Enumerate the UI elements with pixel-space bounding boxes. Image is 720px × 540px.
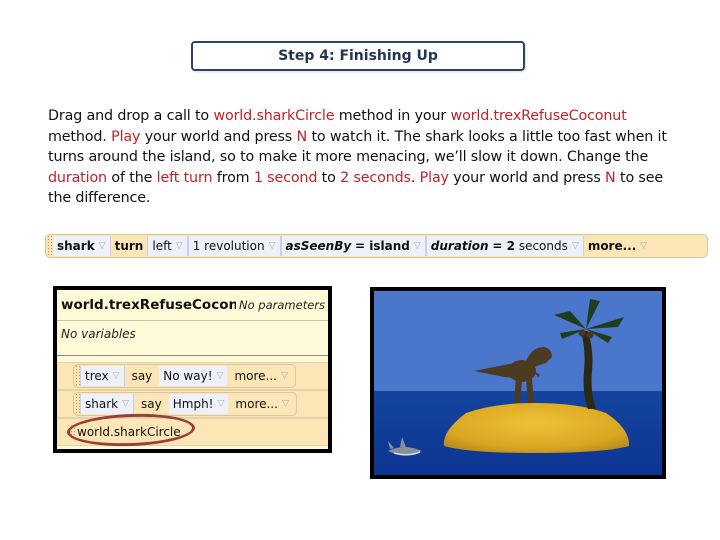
as-seen-by-dropdown[interactable]: asSeenBy = island ▽: [280, 236, 426, 256]
method-label: say: [141, 397, 162, 411]
more-dropdown[interactable]: more... ▽: [227, 366, 294, 386]
instruction-text: method.: [48, 128, 112, 145]
dropdown-arrow-icon: ▽: [98, 240, 106, 251]
parameters-label: No parameters: [239, 298, 325, 312]
dropdown-arrow-icon: ▽: [112, 370, 120, 381]
dropdown-arrow-icon: ▽: [216, 370, 224, 381]
highlighted-term: N: [296, 128, 308, 145]
shark-turn-statement[interactable]: shark ▽ turn left ▽ 1 revolution ▽ asSee…: [45, 234, 708, 258]
dropdown-arrow-icon: ▽: [571, 240, 579, 251]
method-editor[interactable]: world.trexRefuseCoconut No parameters No…: [53, 286, 332, 453]
dropdown-arrow-icon: ▽: [280, 370, 288, 381]
text-dropdown[interactable]: Hmph! ▽: [168, 394, 229, 414]
instructions-text: Drag and drop a call to world.sharkCircl…: [48, 106, 688, 209]
coconut: [586, 331, 594, 339]
world-view[interactable]: [370, 287, 666, 479]
highlighted-term: world.sharkCircle: [213, 108, 335, 124]
coconut: [578, 329, 586, 337]
highlighted-term: 2 seconds: [340, 169, 411, 186]
dropdown-arrow-icon: ▽: [217, 398, 225, 409]
text-dropdown[interactable]: No way! ▽: [159, 366, 228, 386]
dropdown-arrow-icon: ▽: [175, 240, 183, 251]
instruction-text: of the: [106, 169, 157, 186]
dropdown-arrow-icon: ▽: [413, 240, 421, 251]
highlighted-term: left turn: [156, 169, 213, 186]
method-name: world.trexRefuseCoconut: [61, 297, 236, 313]
instruction-text: Drag and drop a call to: [48, 108, 214, 124]
method-label: turn: [110, 236, 148, 256]
more-dropdown[interactable]: more... ▽: [584, 236, 651, 256]
direction-dropdown[interactable]: left ▽: [147, 236, 188, 256]
highlighted-term: N: [605, 169, 616, 186]
method-body[interactable]: trex ▽ say No way! ▽ more... ▽ shark ▽ s…: [57, 356, 328, 446]
instruction-text: .: [410, 169, 420, 186]
statement-row: shark ▽ say Hmph! ▽ more... ▽: [57, 390, 328, 418]
instruction-text: your world and press: [448, 169, 606, 186]
highlighted-term: world.trexRefuseCoconut: [450, 108, 627, 124]
more-dropdown[interactable]: more... ▽: [228, 394, 295, 414]
scene-graphic: [374, 291, 662, 475]
object-dropdown[interactable]: shark ▽: [53, 236, 111, 256]
trex-say-statement[interactable]: trex ▽ say No way! ▽ more... ▽: [73, 364, 296, 388]
amount-dropdown[interactable]: 1 revolution ▽: [187, 236, 281, 256]
dropdown-arrow-icon: ▽: [268, 240, 276, 251]
instruction-text: method in your: [334, 108, 451, 124]
statement-row: world.sharkCircle: [57, 418, 328, 446]
instruction-text: your world and press: [140, 128, 297, 145]
method-header: world.trexRefuseCoconut No parameters: [57, 290, 328, 321]
object-dropdown[interactable]: shark ▽: [80, 394, 135, 414]
dropdown-arrow-icon: ▽: [122, 398, 130, 409]
dropdown-arrow-icon: ▽: [640, 240, 648, 251]
variables-label: No variables: [57, 321, 328, 356]
dropdown-arrow-icon: ▽: [281, 398, 289, 409]
statement-row: trex ▽ say No way! ▽ more... ▽: [57, 362, 328, 390]
shark-circle-call[interactable]: world.sharkCircle: [65, 423, 185, 441]
drag-handle[interactable]: [70, 424, 75, 440]
highlighted-term: Play: [419, 169, 449, 186]
shark-say-statement[interactable]: shark ▽ say Hmph! ▽ more... ▽: [73, 392, 297, 416]
step-title: Step 4: Finishing Up: [191, 41, 525, 71]
highlighted-term: Play: [111, 128, 141, 145]
object-dropdown[interactable]: trex ▽: [80, 366, 125, 386]
instruction-text: to: [317, 169, 341, 186]
highlighted-term: duration: [48, 169, 107, 186]
method-label: say: [131, 369, 153, 383]
instruction-text: from: [212, 169, 254, 186]
duration-dropdown[interactable]: duration = 2 seconds ▽: [425, 236, 584, 256]
highlighted-term: 1 second: [253, 169, 318, 186]
